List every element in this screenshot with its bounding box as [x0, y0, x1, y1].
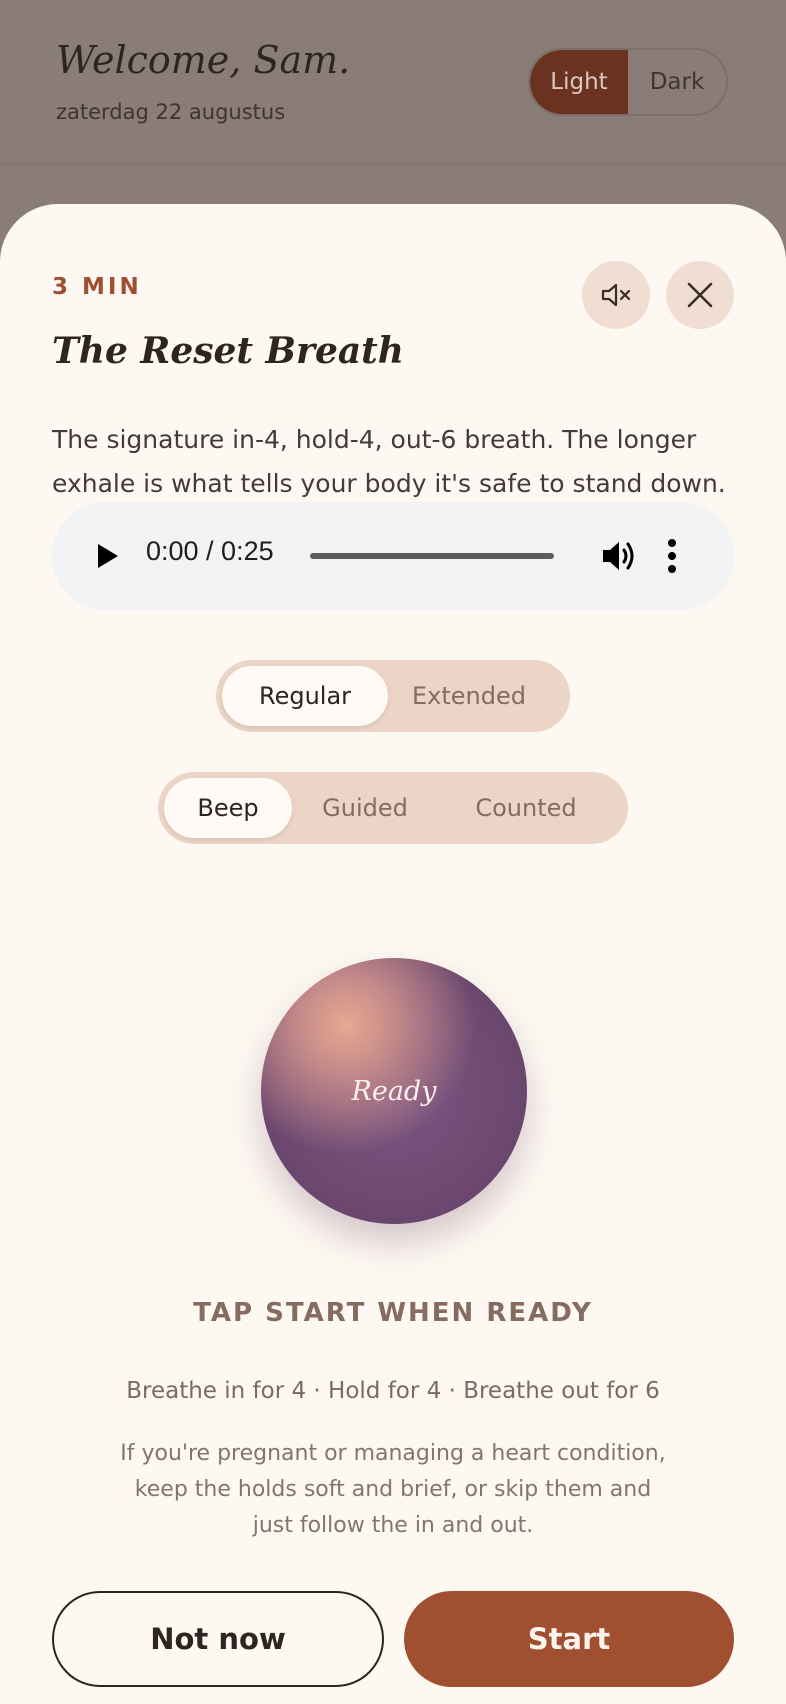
start-button[interactable]: Start [404, 1591, 734, 1687]
speaker-muted-icon [601, 283, 631, 307]
audio-player: 0:00 / 0:25 [52, 502, 734, 610]
sound-option-beep[interactable]: Beep [164, 778, 292, 838]
exercise-sheet: 3 MIN The Reset Breath The signature in-… [0, 204, 786, 1704]
volume-icon[interactable] [600, 538, 638, 574]
theme-option-light[interactable]: Light [530, 50, 628, 114]
sound-mode-toggle: Beep Guided Counted [158, 772, 628, 844]
start-prompt: TAP START WHEN READY [193, 1298, 593, 1328]
sound-option-counted[interactable]: Counted [438, 778, 614, 838]
length-toggle: Regular Extended [216, 660, 570, 732]
duration-label: 3 MIN [52, 274, 142, 300]
safety-note: If you're pregnant or managing a heart c… [120, 1441, 666, 1538]
play-icon[interactable] [92, 540, 122, 572]
mute-button[interactable] [582, 261, 650, 329]
welcome-heading: Welcome, Sam. [56, 38, 351, 82]
length-option-regular[interactable]: Regular [222, 666, 388, 726]
more-options-icon[interactable] [666, 538, 678, 574]
close-icon [687, 282, 713, 308]
theme-option-dark[interactable]: Dark [628, 50, 726, 114]
audio-time: 0:00 / 0:25 [146, 536, 274, 566]
audio-progress-track[interactable] [310, 553, 554, 559]
orb-status-label: Ready [351, 1075, 437, 1107]
breath-pattern: Breathe in for 4 · Hold for 4 · Breathe … [126, 1378, 660, 1404]
exercise-title: The Reset Breath [52, 330, 404, 372]
breathing-orb: Ready [261, 958, 527, 1224]
sound-option-guided[interactable]: Guided [292, 778, 438, 838]
close-button[interactable] [666, 261, 734, 329]
date-label: zaterdag 22 augustus [56, 100, 286, 124]
theme-toggle: Light Dark [528, 48, 728, 116]
background-header: Welcome, Sam. zaterdag 22 augustus Light… [0, 0, 786, 165]
not-now-button[interactable]: Not now [52, 1591, 384, 1687]
length-option-extended[interactable]: Extended [388, 666, 550, 726]
exercise-description: The signature in-4, hold-4, out-6 breath… [52, 425, 726, 498]
